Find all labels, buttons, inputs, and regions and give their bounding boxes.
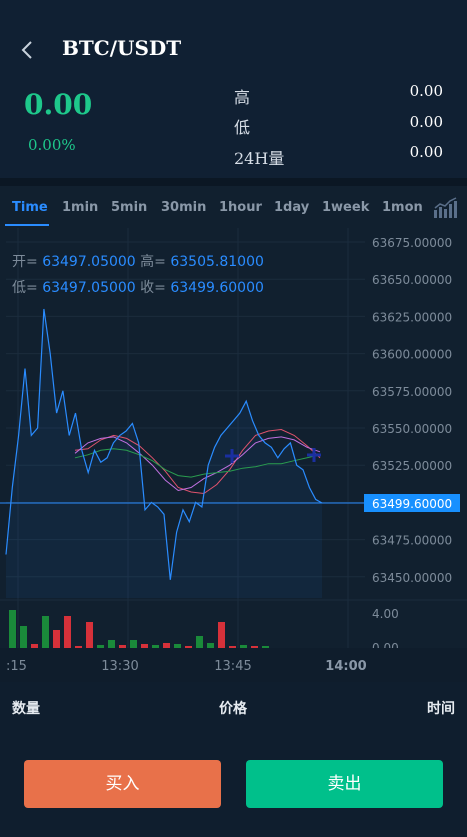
y-tick-label: 63525.00000 <box>372 459 452 473</box>
y-tick-label: 63550.00000 <box>372 422 452 436</box>
low-value: 0.00 <box>409 113 443 131</box>
price-header: 价格 <box>219 701 247 717</box>
volume-bar <box>207 643 214 648</box>
volume-bar <box>196 636 203 648</box>
tab-1min[interactable]: 1min <box>62 200 98 215</box>
x-tick-label: 14:00 <box>325 659 366 674</box>
volume-bar <box>31 644 38 648</box>
tab-time[interactable]: Time <box>12 200 48 215</box>
x-tick-label: :15 <box>6 659 27 674</box>
volume-bar <box>108 640 115 648</box>
volume-bar <box>185 646 192 648</box>
volume-bar <box>251 646 258 648</box>
tab-1day[interactable]: 1day <box>274 200 309 215</box>
high-label: 高 <box>234 88 251 107</box>
volume-24h-label: 24H量 <box>234 149 285 168</box>
indicator-icon[interactable] <box>433 196 459 220</box>
ohlc-row-2: 低= 63497.05000 收= 63499.60000 <box>12 277 264 297</box>
tab-5min[interactable]: 5min <box>111 200 147 215</box>
volume-bar <box>75 646 82 648</box>
divider <box>0 178 467 186</box>
cross-marker-icon <box>307 448 321 462</box>
y-tick-label: 63575.00000 <box>372 385 452 399</box>
open-value: 63497.05000 <box>42 254 136 270</box>
high-label-chart: 高= <box>140 254 166 270</box>
x-tick-label: 13:30 <box>101 659 138 674</box>
volume-bar <box>174 644 181 648</box>
volume-bar <box>163 643 170 648</box>
volume-bar <box>240 645 247 648</box>
last-price: 0.00 <box>24 88 93 121</box>
tab-1week[interactable]: 1week <box>322 200 369 215</box>
volume-bar <box>9 610 16 648</box>
volume-bar <box>20 626 27 648</box>
back-icon[interactable] <box>16 36 40 64</box>
volume-bar <box>262 646 269 648</box>
sell-button[interactable]: 卖出 <box>246 760 443 808</box>
timeframe-tabs: Time 1min 5min 30min 1hour 1day 1week 1m… <box>0 186 467 228</box>
ohlc-row-1: 开= 63497.05000 高= 63505.81000 <box>12 251 264 271</box>
time-header: 时间 <box>427 701 455 717</box>
y-tick-label: 63625.00000 <box>372 310 452 324</box>
high-value: 0.00 <box>409 82 443 100</box>
volume-bar <box>141 644 148 648</box>
high-value-chart: 63505.81000 <box>170 254 264 270</box>
pair-title: BTC/USDT <box>62 36 182 60</box>
volume-bar <box>119 645 126 648</box>
active-tab-indicator <box>5 224 49 226</box>
close-value: 63499.60000 <box>170 280 264 296</box>
current-price-label: 63499.60000 <box>372 497 452 511</box>
volume-24h-value: 0.00 <box>409 143 443 161</box>
low-label-chart: 低= <box>12 280 38 296</box>
low-label: 低 <box>234 118 251 137</box>
y-tick-label: 63650.00000 <box>372 273 452 287</box>
tab-30min[interactable]: 30min <box>161 200 206 215</box>
y-tick-label: 63475.00000 <box>372 534 452 548</box>
tab-1hour[interactable]: 1hour <box>219 200 262 215</box>
volume-bar <box>86 622 93 648</box>
volume-bar <box>218 622 225 648</box>
price-change: 0.00% <box>28 136 76 154</box>
header-panel: BTC/USDT 0.00 0.00% 高 0.00 低 0.00 24H量 0… <box>0 0 467 178</box>
y-tick-label: 63675.00000 <box>372 236 452 250</box>
volume-bar <box>152 645 159 648</box>
volume-bar <box>42 616 49 648</box>
low-value-chart: 63497.05000 <box>42 280 136 296</box>
volume-bar <box>53 630 60 648</box>
volume-bar <box>97 645 104 648</box>
buy-button[interactable]: 买入 <box>24 760 221 808</box>
tab-1mon[interactable]: 1mon <box>382 200 423 215</box>
volume-bar <box>64 616 71 648</box>
volume-bar <box>130 640 137 648</box>
open-label: 开= <box>12 254 38 270</box>
x-tick-label: 13:45 <box>214 659 251 674</box>
volume-tick-label: 4.00 <box>372 607 399 621</box>
volume-bar <box>229 646 236 648</box>
close-label: 收= <box>140 280 166 296</box>
y-tick-label: 63450.00000 <box>372 571 452 585</box>
trade-list-header: 数量 价格 时间 <box>0 690 467 726</box>
qty-header: 数量 <box>12 701 40 717</box>
y-tick-label: 63600.00000 <box>372 348 452 362</box>
